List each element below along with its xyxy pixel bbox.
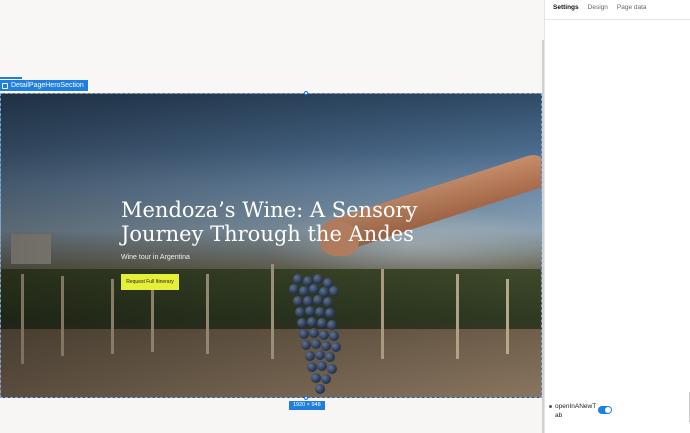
properties-panel: Settings Design Page data openInANewTab [544,0,690,433]
design-canvas[interactable]: DetailPageHeroSection Mendoza’s Wine: A … [0,0,542,433]
property-row-open-in-new-tab: openInANewTab [549,402,599,420]
section-label-text: DetailPageHeroSection [11,82,84,89]
panel-tabs: Settings Design Page data [553,4,647,14]
component-icon [2,82,8,89]
tab-design[interactable]: Design [588,4,608,14]
toggle-knob [605,407,611,413]
bullet-icon [549,405,552,408]
resize-handle-bottom[interactable] [304,396,308,400]
selection-indicator [0,77,22,79]
tab-page-data[interactable]: Page data [617,4,647,14]
open-in-new-tab-toggle[interactable] [598,406,612,414]
section-label-tag[interactable]: DetailPageHeroSection [0,80,88,91]
hero-title[interactable]: Mendoza’s Wine: A Sensory Journey Throug… [121,198,421,246]
hero-subtitle[interactable]: Wine tour in Argentina [121,254,190,261]
tab-settings[interactable]: Settings [553,4,579,14]
canvas-empty-area [0,0,542,92]
property-label: openInANewTab [555,403,597,419]
tabs-divider [545,19,690,20]
dimension-badge: 1920 × 948 [289,401,325,410]
request-itinerary-button[interactable]: Request Full Itinerary [121,274,179,290]
editor-window: DetailPageHeroSection Mendoza’s Wine: A … [0,0,690,433]
resize-handle-top[interactable] [304,91,308,95]
